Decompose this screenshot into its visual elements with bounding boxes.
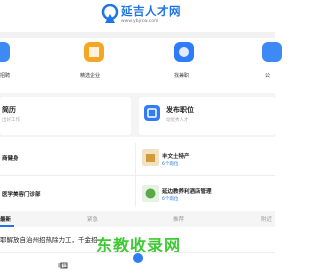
job-icon[interactable]	[0, 42, 10, 62]
company-item[interactable]: 商健身	[2, 154, 19, 162]
company-item[interactable]: 医学美容门诊部	[2, 190, 41, 198]
logo-icon[interactable]	[101, 3, 119, 24]
resume-card[interactable]	[0, 97, 131, 135]
company-job-count: 6个岗位	[162, 162, 179, 167]
home-icon[interactable]	[133, 253, 143, 263]
publish-subtitle: 动优秀人才	[166, 118, 189, 123]
tab-latest[interactable]: 最新	[0, 215, 11, 223]
company-logo-icon	[142, 149, 159, 166]
nav-row	[0, 38, 275, 84]
tab-recommended[interactable]: 推荐	[173, 215, 184, 223]
publish-title: 发布职位	[166, 106, 194, 114]
divider	[135, 143, 136, 207]
resume-subtitle: 出好工作	[2, 118, 20, 123]
company-item[interactable]: 延边教养利酒店管理	[162, 187, 212, 195]
site-title[interactable]: 延吉人才网	[121, 3, 181, 19]
tab-bar	[0, 211, 275, 227]
public-icon[interactable]	[262, 42, 282, 62]
position-icon[interactable]	[60, 254, 68, 269]
divider	[0, 175, 275, 176]
enterprise-icon[interactable]	[84, 42, 104, 62]
tab-underline	[0, 225, 14, 227]
nav-item-enterprise[interactable]: 精选企业	[80, 72, 100, 79]
job-listing-title[interactable]: 耶解放自治州招热除力工，千金招	[0, 234, 98, 244]
company-logo-icon	[142, 185, 159, 202]
nav-item-job[interactable]: 招聘	[0, 72, 10, 79]
site-url: www.ybjrcw.com	[121, 19, 159, 24]
part-time-icon[interactable]	[174, 42, 194, 62]
publish-icon	[144, 105, 160, 121]
tab-urgent[interactable]: 紧急	[87, 215, 98, 223]
tab-nearby[interactable]: 附近	[261, 215, 272, 223]
nav-item-public[interactable]: 公	[265, 72, 270, 79]
company-job-count: 6个岗位	[162, 197, 179, 202]
resume-title: 简历	[2, 106, 16, 114]
company-item[interactable]: 丰文土特产	[162, 152, 190, 160]
nav-item-part-time[interactable]: 找兼职	[174, 72, 189, 79]
bottom-nav-position[interactable]: 职位	[58, 263, 67, 269]
